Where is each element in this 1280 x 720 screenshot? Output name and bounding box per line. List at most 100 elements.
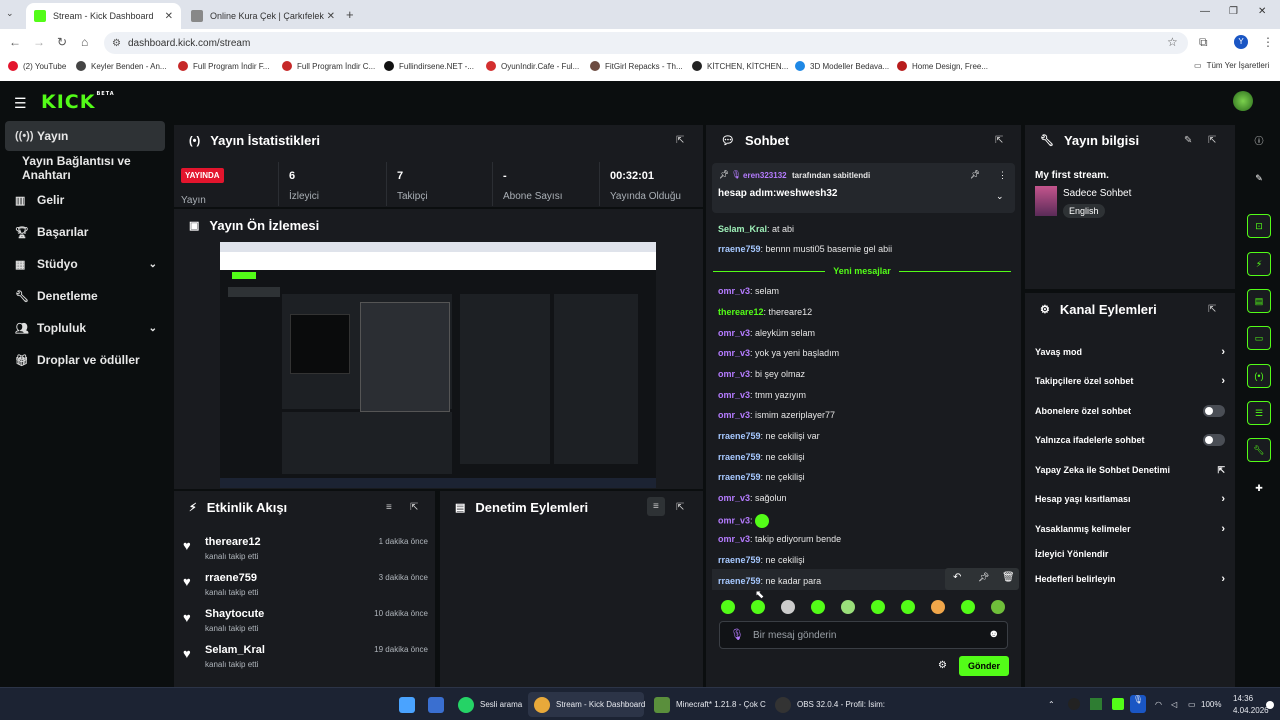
emote-icon[interactable] <box>961 600 975 614</box>
chat-username[interactable]: omr_v3 <box>718 390 750 400</box>
chat-username[interactable]: omr_v3 <box>718 369 750 379</box>
chat-username[interactable]: rraene759 <box>718 431 761 441</box>
tray-chevron-icon[interactable]: ⌃ <box>1048 700 1055 709</box>
sidebar-item-studyo[interactable]: ▦ Stüdyo ⌄ <box>5 249 165 279</box>
trash-icon[interactable]: 🗑︎ <box>1002 572 1015 583</box>
popout-icon[interactable]: ⇱ <box>1208 135 1216 146</box>
action-banned-words[interactable]: Yasaklanmış kelimeler › <box>1035 519 1225 539</box>
toggle-switch[interactable] <box>1203 405 1225 417</box>
document-icon[interactable]: ▤ <box>1247 289 1271 313</box>
sidebar-item-yayin[interactable]: ((•)) Yayın <box>5 121 165 151</box>
bookmark-star-icon[interactable]: ☆ <box>1167 35 1178 49</box>
info-icon[interactable]: ⓘ <box>1247 128 1271 152</box>
follower-name[interactable]: rraene759 <box>205 572 257 584</box>
stream-preview-video[interactable] <box>220 242 656 488</box>
chevron-down-icon[interactable]: ⌄ <box>996 191 1004 202</box>
add-widget-icon[interactable]: ✚ <box>1247 476 1271 500</box>
chat-username[interactable]: omr_v3 <box>718 534 750 544</box>
scan-icon[interactable]: ⊡ <box>1247 214 1271 238</box>
wrench-icon[interactable]: 🔧︎ <box>1247 438 1271 462</box>
back-icon[interactable]: ← <box>9 35 21 49</box>
bookmark-5[interactable]: OyunIndir.Cafe - Ful... <box>486 61 579 71</box>
emote-icon[interactable] <box>871 600 885 614</box>
chat-username[interactable]: thereare12 <box>718 307 764 317</box>
sidebar-item-topluluk[interactable]: 👥︎ Topluluk ⌄ <box>5 313 165 343</box>
tab-kick-dashboard[interactable]: Stream - Kick Dashboard ✕ <box>26 3 181 29</box>
emote-icon[interactable] <box>751 600 765 614</box>
send-button[interactable]: Gönder <box>959 656 1009 676</box>
clock-date[interactable]: 4.04.2026 <box>1233 706 1269 715</box>
popout-icon[interactable]: ⇱ <box>676 502 684 513</box>
all-bookmarks[interactable]: ▭ Tüm Yer İşaretleri <box>1194 61 1269 70</box>
bookmark-1[interactable]: Keyler Benden - An... <box>76 61 167 71</box>
popout-icon[interactable]: ⇱ <box>676 135 684 146</box>
broadcast-icon[interactable]: (•) <box>1247 364 1271 388</box>
chat-username[interactable]: Selam_Kral <box>718 224 767 234</box>
filter-icon[interactable]: ≡ <box>386 502 392 513</box>
pinned-by-user[interactable]: eren323132 <box>743 171 787 180</box>
menu-kebab-icon[interactable]: ⋮ <box>1262 35 1274 49</box>
chat-username[interactable]: omr_v3 <box>718 410 750 420</box>
bookmark-0[interactable]: (2) YouTube <box>8 61 66 71</box>
battery-icon[interactable]: ▭ <box>1188 700 1196 709</box>
emote-icon[interactable] <box>721 600 735 614</box>
clock-time[interactable]: 14:36 <box>1233 694 1253 703</box>
chat-username[interactable]: rraene759 <box>718 244 761 254</box>
taskbar-app[interactable] <box>428 692 450 717</box>
new-tab-icon[interactable]: + <box>346 7 354 22</box>
chat-username[interactable]: omr_v3 <box>718 515 750 525</box>
filter-icon[interactable]: ≡ <box>647 497 665 516</box>
popout-icon[interactable]: ⇱ <box>410 502 418 513</box>
home-icon[interactable]: ⌂ <box>81 35 88 49</box>
sidebar-item-stream-key[interactable]: Yayın Bağlantısı ve Anahtarı <box>12 153 182 183</box>
tab-carkifelek[interactable]: Online Kura Çek | Çarkıfelek ✕ <box>183 3 343 29</box>
taskbar-obs[interactable]: OBS 32.0.4 - Profil: İsim: <box>775 692 885 717</box>
toggle-switch[interactable] <box>1203 434 1225 446</box>
tray-app-icon[interactable] <box>1068 698 1080 710</box>
emote-icon[interactable] <box>841 600 855 614</box>
action-slow-mode[interactable]: Yavaş mod › <box>1035 342 1225 362</box>
chat-bubble-icon[interactable]: ▭ <box>1247 326 1271 350</box>
action-raid[interactable]: İzleyici Yönlendir <box>1035 544 1225 564</box>
tab-search-icon[interactable]: ⌄ <box>6 8 14 19</box>
category-thumbnail[interactable] <box>1035 186 1057 216</box>
chat-settings-icon[interactable]: ⚙ <box>938 660 947 671</box>
profile-avatar[interactable]: Y <box>1234 35 1248 49</box>
popout-icon[interactable]: ⇱ <box>1208 304 1216 315</box>
action-followers-only[interactable]: Takipçilere özel sohbet › <box>1035 371 1225 391</box>
edit-icon[interactable]: ✎ <box>1184 135 1192 146</box>
sidebar-item-denetleme[interactable]: 🔧︎ Denetleme <box>5 281 165 311</box>
tray-app-icon[interactable] <box>1090 698 1102 710</box>
kick-logo[interactable]: KICKBETA <box>41 91 115 113</box>
chat-username[interactable]: omr_v3 <box>718 328 750 338</box>
bookmark-9[interactable]: Home Design, Free... <box>897 61 988 71</box>
minimize-icon[interactable]: — <box>1200 6 1210 17</box>
hamburger-menu-icon[interactable]: ☰ <box>14 95 27 112</box>
chat-username[interactable]: omr_v3 <box>718 493 750 503</box>
popout-icon[interactable]: ⇱ <box>995 135 1003 146</box>
close-tab-icon[interactable]: ✕ <box>165 11 173 22</box>
action-ai-moderation[interactable]: Yapay Zeka ile Sohbet Denetimi ⇱ <box>1035 460 1225 480</box>
reload-icon[interactable]: ↻ <box>57 35 67 49</box>
close-tab-icon[interactable]: ✕ <box>327 11 335 22</box>
site-info-icon[interactable]: ⚙ <box>112 38 121 49</box>
action-subscribers-only[interactable]: Abonelere özel sohbet <box>1035 401 1225 421</box>
tray-mic-icon[interactable]: 🎙︎ <box>1130 695 1146 713</box>
undo-icon[interactable]: ↶ <box>953 572 961 583</box>
bookmark-6[interactable]: FitGirl Repacks - Th... <box>590 61 683 71</box>
chat-username[interactable]: rraene759 <box>718 472 761 482</box>
emote-icon[interactable] <box>991 600 1005 614</box>
close-window-icon[interactable]: ✕ <box>1258 6 1266 17</box>
sidebar-item-droplar[interactable]: 🎁︎ Droplar ve ödüller <box>5 345 165 375</box>
stream-category[interactable]: Sadece Sohbet <box>1063 188 1131 199</box>
action-goals[interactable]: Hedefleri belirleyin › <box>1035 569 1225 589</box>
follower-name[interactable]: thereare12 <box>205 536 261 548</box>
emote-icon[interactable] <box>931 600 945 614</box>
notification-icon[interactable] <box>1266 701 1274 709</box>
chat-username[interactable]: rraene759 <box>718 452 761 462</box>
unpin-icon[interactable]: 📌︎ <box>970 170 980 179</box>
more-icon[interactable]: ⋮ <box>998 170 1007 181</box>
action-account-age[interactable]: Hesap yaşı kısıtlaması › <box>1035 489 1225 509</box>
emote-icon[interactable] <box>811 600 825 614</box>
taskbar-minecraft[interactable]: Minecraft* 1.21.8 - Çok C <box>654 692 766 717</box>
